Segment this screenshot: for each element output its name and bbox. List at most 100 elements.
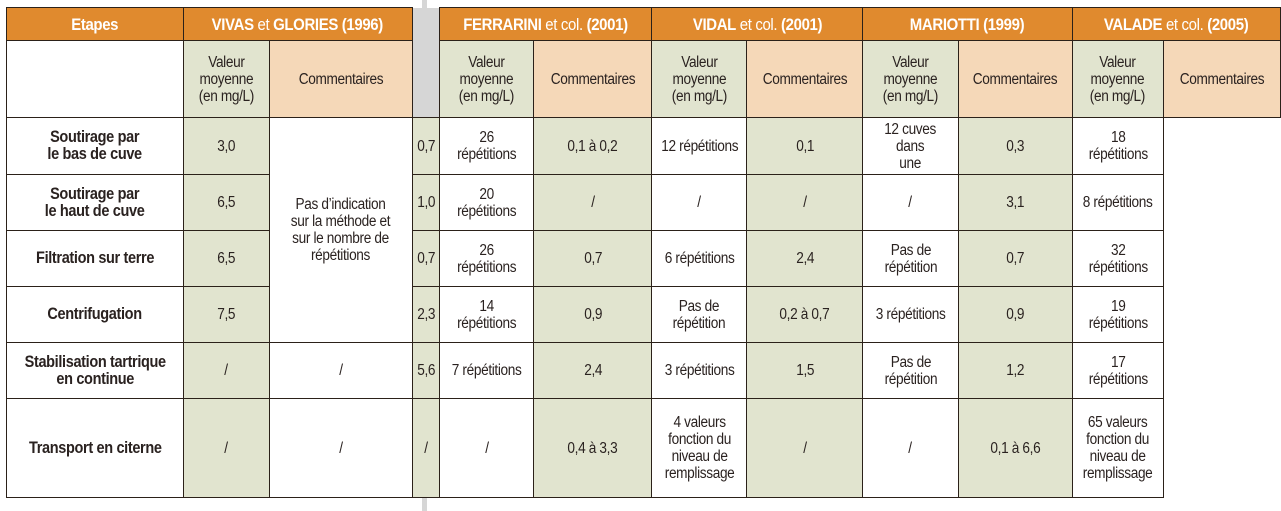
text-line: remplissage [664,465,735,482]
text-line: 3 répétitions [664,362,735,379]
table-row: Filtration sur terre 6,5 0,7 26 répétitions… [6,230,1281,287]
ferrarini-comment: 14 répétitions [439,286,535,343]
vidal-value: 0,9 [533,286,653,343]
valade-comment: 65 valeurs fonction du niveau de remplissag… [1071,398,1165,498]
subheader-commentaires: Commentaires [533,40,653,118]
text-line: 8 répétitions [1082,194,1153,211]
etape-label: Soutirage par le haut de cuve [6,174,184,231]
mariotti-value: / [746,174,864,231]
text-line: moyenne [672,70,727,88]
ferrarini-value: 0,7 [411,230,441,287]
text-line: 6 répétitions [664,250,735,267]
text-line: moyenne [459,70,514,88]
ferrarini-comment: 26 répétitions [439,230,535,287]
text-line: 32 répétitions [1088,241,1148,276]
valade-value: 1,2 [957,342,1073,399]
text-line: 12 cuves dans [884,120,937,155]
gutter-cell [411,7,441,118]
vivas-value: 6,5 [182,174,271,231]
text-line: moyenne [1090,70,1145,88]
vidal-value: 0,1 à 0,2 [533,117,653,175]
text-line: Valeur [208,53,245,71]
valade-value: 0,1 à 6,6 [957,398,1073,498]
text-line: (en mg/L) [459,87,515,105]
ferrarini-comment: / [439,398,535,498]
vidal-comment: 12 répétitions [651,117,748,175]
valade-value: 3,1 [957,174,1073,231]
vidal-comment: 6 répétitions [651,230,748,287]
text-line: Valeur [892,53,929,71]
text-line: Pas d’indication [295,196,386,213]
ferrarini-value: 1,0 [411,174,441,231]
etape-label: Centrifugation [6,286,184,343]
header-row: Etapes VIVAS et GLORIES (1996) FERRARINI… [6,7,1281,118]
text-line: Valeur [468,53,506,71]
text-line: 65 valeurs [1088,414,1148,431]
text-line: répétition [884,370,937,388]
text-line: / [697,194,702,211]
text-line: Soutirage par [50,128,140,146]
text-line: Pas de [679,297,720,315]
text-line: moyenne [199,70,254,88]
subheader-row: Valeur moyenne (en mg/L) Commentaires Valeur… [6,40,1281,118]
text-line: fonction du [667,431,731,448]
subheader-valeur-moyenne: Valeur moyenne (en mg/L) [1071,40,1165,118]
etape-label: Soutirage par le bas de cuve [6,117,184,175]
valade-comment: 8 répétitions [1071,174,1165,231]
valade-value: 0,3 [957,117,1073,175]
text-line: moyenne [883,70,938,88]
vivas-value: 7,5 [182,286,271,343]
vidal-comment: / [651,174,748,231]
vivas-comment: / [269,342,413,399]
vivas-comment: / [269,398,413,498]
header-study: VIDAL et col. (2001) [651,7,864,41]
ferrarini-comment: 20 répétitions [439,174,535,231]
header-etapes: Etapes [6,7,184,41]
text-line: sur le nombre de [292,230,390,247]
vidal-value: 2,4 [533,342,653,399]
ferrarini-value: 0,7 [411,117,441,175]
text-line: en continue [56,369,134,388]
text-line: Valeur [681,53,718,71]
table-row: Centrifugation 7,5 2,3 14 répétitions 0,9 Pas… [6,286,1281,343]
mariotti-value: / [746,398,864,498]
text-line: Centrifugation [47,305,143,323]
subheader-valeur-moyenne: Valeur moyenne (en mg/L) [182,40,271,118]
text-line: Pas de [890,241,931,259]
vidal-value: 0,4 à 3,3 [533,398,653,498]
vidal-value: 0,7 [533,230,653,287]
ferrarini-comment: 26 répétitions [439,117,535,175]
table-row: Transport en citerne / / //0,4 à 3,3 4 valeu… [6,398,1281,498]
mariotti-value: 0,1 [746,117,864,175]
text-line: répétition [672,314,726,332]
text-line: (en mg/L) [671,87,728,105]
text-line: 17 répétitions [1088,353,1148,388]
text-line: 4 valeurs [673,414,726,431]
vivas-value: 3,0 [182,117,271,175]
text-line: Filtration sur terre [35,249,154,267]
text-line: répétition [884,258,937,276]
text-line: 26 répétitions [457,241,517,276]
text-line: 14 répétitions [457,297,517,332]
mariotti-comment: / [862,398,959,498]
mariotti-value: 0,2 à 0,7 [746,286,864,343]
text-line: 7 répétitions [451,362,522,379]
subheader-blank [6,40,184,118]
subheader-valeur-moyenne: Valeur moyenne (en mg/L) [651,40,748,118]
text-line: 18 répétitions [1088,129,1148,163]
text-line: Valeur [1099,53,1137,71]
text-line: niveau de [671,448,728,465]
ferrarini-value: 5,6 [411,342,441,399]
text-line: le bas de cuve [47,145,143,163]
text-line: / [485,439,489,457]
mariotti-comment: Pas de répétition [862,342,959,399]
vivas-value: / [182,342,271,399]
valade-comment: 17 répétitions [1071,342,1165,399]
subheader-valeur-moyenne: Valeur moyenne (en mg/L) [439,40,535,118]
etape-label: Filtration sur terre [6,230,184,287]
subheader-commentaires: Commentaires [1163,40,1281,118]
subheader-commentaires: Commentaires [957,40,1073,118]
text-line: (en mg/L) [882,87,939,105]
mariotti-comment: Pas de répétition [862,230,959,287]
vivas-value: 6,5 [182,230,271,287]
